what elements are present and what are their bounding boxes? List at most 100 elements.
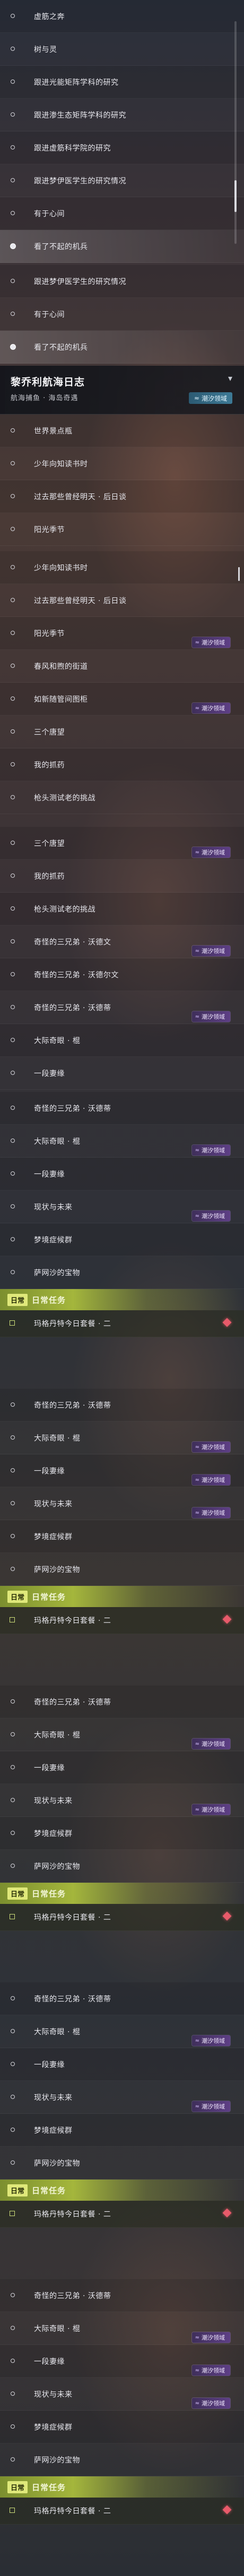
quest-row[interactable]: 少年向知读书时	[0, 447, 244, 480]
chip-label: 潮汐领域	[202, 2103, 225, 2110]
daily-task-row[interactable]: 玛格丹特今日套餐 · 二	[0, 1607, 244, 1634]
quest-label: 奇怪的三兄弟 · 沃德蒂	[34, 2291, 111, 2300]
quest-row[interactable]: 一段妻缘	[0, 1158, 244, 1190]
daily-task-header[interactable]: 日常 日常任务	[0, 2476, 244, 2498]
bullet-icon	[11, 729, 15, 734]
quest-row[interactable]: 梦境症候群	[0, 1520, 244, 1553]
quest-label: 奇怪的三兄弟 · 沃德蒂	[34, 1401, 111, 1410]
quest-row[interactable]: 现状与未来 ≈ 潮汐领域	[0, 2081, 244, 2114]
quest-row[interactable]: 阳光季节	[0, 513, 244, 546]
quest-row[interactable]: 少年向知读书时	[0, 551, 244, 584]
quest-row[interactable]: 春风和煦的街道	[0, 650, 244, 683]
quest-row[interactable]: 一段妻缘 ≈ 潮汐领域	[0, 2345, 244, 2378]
chip-label: 潮汐领域	[202, 2334, 225, 2341]
quest-row[interactable]: 过去那些曾经明天 · 后日谈	[0, 480, 244, 513]
quest-row[interactable]: 树与灵	[0, 33, 244, 66]
quest-row[interactable]: 世界景点瓶	[0, 414, 244, 447]
wave-icon: ≈	[195, 948, 199, 954]
quest-label: 阳光季节	[34, 525, 65, 534]
daily-task-header[interactable]: 日常 日常任务	[0, 1883, 244, 1904]
quest-row[interactable]: 萨网沙的宝物	[0, 2443, 244, 2476]
quest-row[interactable]: 一段妻缘	[0, 1057, 244, 1090]
quest-row[interactable]: 大际奇眼 · 棍 ≈ 潮汐领域	[0, 1125, 244, 1158]
daily-task-header[interactable]: 日常 日常任务	[0, 1289, 244, 1310]
daily-task-header[interactable]: 日常 日常任务	[0, 1586, 244, 1607]
tide-domain-chip: ≈ 潮汐领域	[191, 2101, 230, 2112]
bullet-icon	[11, 1171, 15, 1176]
wave-icon: ≈	[195, 2400, 199, 2406]
chip-label: 潮汐领域	[202, 948, 225, 955]
quest-row[interactable]: 奇怪的三兄弟 · 沃德蒂	[0, 2279, 244, 2312]
daily-task-row[interactable]: 玛格丹特今日套餐 · 二	[0, 1310, 244, 1337]
quest-row[interactable]: 奇怪的三兄弟 · 沃德蒂	[0, 1389, 244, 1422]
quest-row[interactable]: 大际奇眼 · 棍	[0, 1024, 244, 1057]
quest-row[interactable]: 跟进光能矩阵学科的研究	[0, 66, 244, 99]
quest-label: 我的抓药	[34, 761, 65, 770]
quest-row[interactable]: 奇怪的三兄弟 · 沃德蒂	[0, 1982, 244, 2015]
quest-row[interactable]: 萨网沙的宝物	[0, 2147, 244, 2180]
quest-row[interactable]: 跟进梦伊医学生的研究情况	[0, 265, 244, 298]
quest-row[interactable]: 三个唐望	[0, 716, 244, 748]
quest-row[interactable]: 梦境症候群	[0, 2114, 244, 2147]
quest-row[interactable]: 萨网沙的宝物	[0, 1553, 244, 1586]
quest-row[interactable]: 萨网沙的宝物	[0, 1850, 244, 1883]
quest-row[interactable]: 如新随管间图柜 ≈ 潮汐领域	[0, 683, 244, 716]
quest-row[interactable]: 梦境症候群	[0, 1817, 244, 1850]
quest-label: 有于心间	[34, 310, 65, 319]
quest-row[interactable]: 现状与未来 ≈ 潮汐领域	[0, 1784, 244, 1817]
daily-task-title: 日常任务	[32, 1592, 66, 1602]
quest-row[interactable]: 奇怪的三兄弟 · 沃德蒂	[0, 1686, 244, 1718]
scrollbar-thumb[interactable]	[234, 180, 237, 212]
quest-row[interactable]: 我的抓药	[0, 860, 244, 893]
track-marker-icon[interactable]	[222, 1318, 232, 1327]
quest-row[interactable]: 大际奇眼 · 棍 ≈ 潮汐领域	[0, 1718, 244, 1751]
quest-row[interactable]: 现状与未来 ≈ 潮汐领域	[0, 1190, 244, 1223]
journal-header[interactable]: 黎乔利航海日志 航海捕鱼 · 海岛奇遇 ▾ ≈ 潮汐领域	[0, 366, 244, 414]
track-marker-icon[interactable]	[222, 1615, 232, 1624]
quest-row[interactable]: 梦境症候群	[0, 1223, 244, 1256]
quest-row[interactable]: 大际奇眼 · 棍 ≈ 潮汐领域	[0, 2312, 244, 2345]
quest-row[interactable]: 奇怪的三兄弟 · 沃德尔文	[0, 958, 244, 991]
quest-row[interactable]: 现状与未来 ≈ 潮汐领域	[0, 1487, 244, 1520]
quest-row[interactable]: 过去那些曾经明天 · 后日谈	[0, 584, 244, 617]
quest-row[interactable]: 虚筋之奔	[0, 0, 244, 33]
quest-label: 大际奇眼 · 棍	[34, 1731, 81, 1740]
quest-row[interactable]: 一段妻缘 ≈ 潮汐领域	[0, 1454, 244, 1487]
quest-row[interactable]: 奇怪的三兄弟 · 沃德蒂	[0, 1092, 244, 1125]
quest-row[interactable]: 枪头测试老的挑战	[0, 893, 244, 925]
quest-label: 枪头测试老的挑战	[34, 793, 95, 802]
track-marker-icon[interactable]	[222, 2505, 232, 2515]
quest-row[interactable]: 阳光季节 ≈ 潮汐领域	[0, 617, 244, 650]
quest-label: 萨网沙的宝物	[34, 2456, 80, 2465]
quest-row[interactable]: 跟进梦伊医学生的研究情况	[0, 164, 244, 197]
quest-row[interactable]: 我的抓药	[0, 748, 244, 781]
quest-row[interactable]: 看了不起的机兵	[0, 331, 244, 364]
quest-row[interactable]: 有于心间	[0, 197, 244, 230]
quest-row[interactable]: 梦境症候群	[0, 2411, 244, 2443]
quest-scrollbar[interactable]	[234, 21, 237, 244]
quest-row[interactable]: 一段妻缘	[0, 1751, 244, 1784]
quest-row[interactable]: 一段妻缘	[0, 2048, 244, 2081]
daily-task-row[interactable]: 玛格丹特今日套餐 · 二	[0, 2201, 244, 2228]
daily-task-row[interactable]: 玛格丹特今日套餐 · 二	[0, 2498, 244, 2525]
track-marker-icon[interactable]	[222, 2208, 232, 2218]
track-marker-icon[interactable]	[222, 1911, 232, 1921]
daily-task-header[interactable]: 日常 日常任务	[0, 2180, 244, 2201]
daily-task-row[interactable]: 玛格丹特今日套餐 · 二	[0, 1904, 244, 1931]
quest-label: 树与灵	[34, 45, 57, 54]
quest-row[interactable]: 大际奇眼 · 棍 ≈ 潮汐领域	[0, 2015, 244, 2048]
bullet-icon	[11, 1798, 15, 1802]
expand-icon[interactable]: ▾	[228, 373, 232, 383]
quest-row[interactable]: 奇怪的三兄弟 · 沃德蒂 ≈ 潮汐领域	[0, 991, 244, 1024]
quest-label: 梦境症候群	[34, 1532, 73, 1541]
quest-row[interactable]: 跟进虚筋科学院的研究	[0, 131, 244, 164]
quest-row[interactable]: 看了不起的机兵	[0, 230, 244, 263]
quest-row[interactable]: 现状与未来 ≈ 潮汐领域	[0, 2378, 244, 2411]
quest-row[interactable]: 萨网沙的宝物	[0, 1256, 244, 1289]
quest-row[interactable]: 跟进渗生态矩阵学科的研究	[0, 99, 244, 131]
quest-row[interactable]: 三个唐望 ≈ 潮汐领域	[0, 827, 244, 860]
quest-row[interactable]: 枪头测试老的挑战	[0, 781, 244, 814]
quest-row[interactable]: 大际奇眼 · 棍 ≈ 潮汐领域	[0, 1422, 244, 1454]
quest-row[interactable]: 奇怪的三兄弟 · 沃德文 ≈ 潮汐领域	[0, 925, 244, 958]
quest-row[interactable]: 有于心间	[0, 298, 244, 331]
